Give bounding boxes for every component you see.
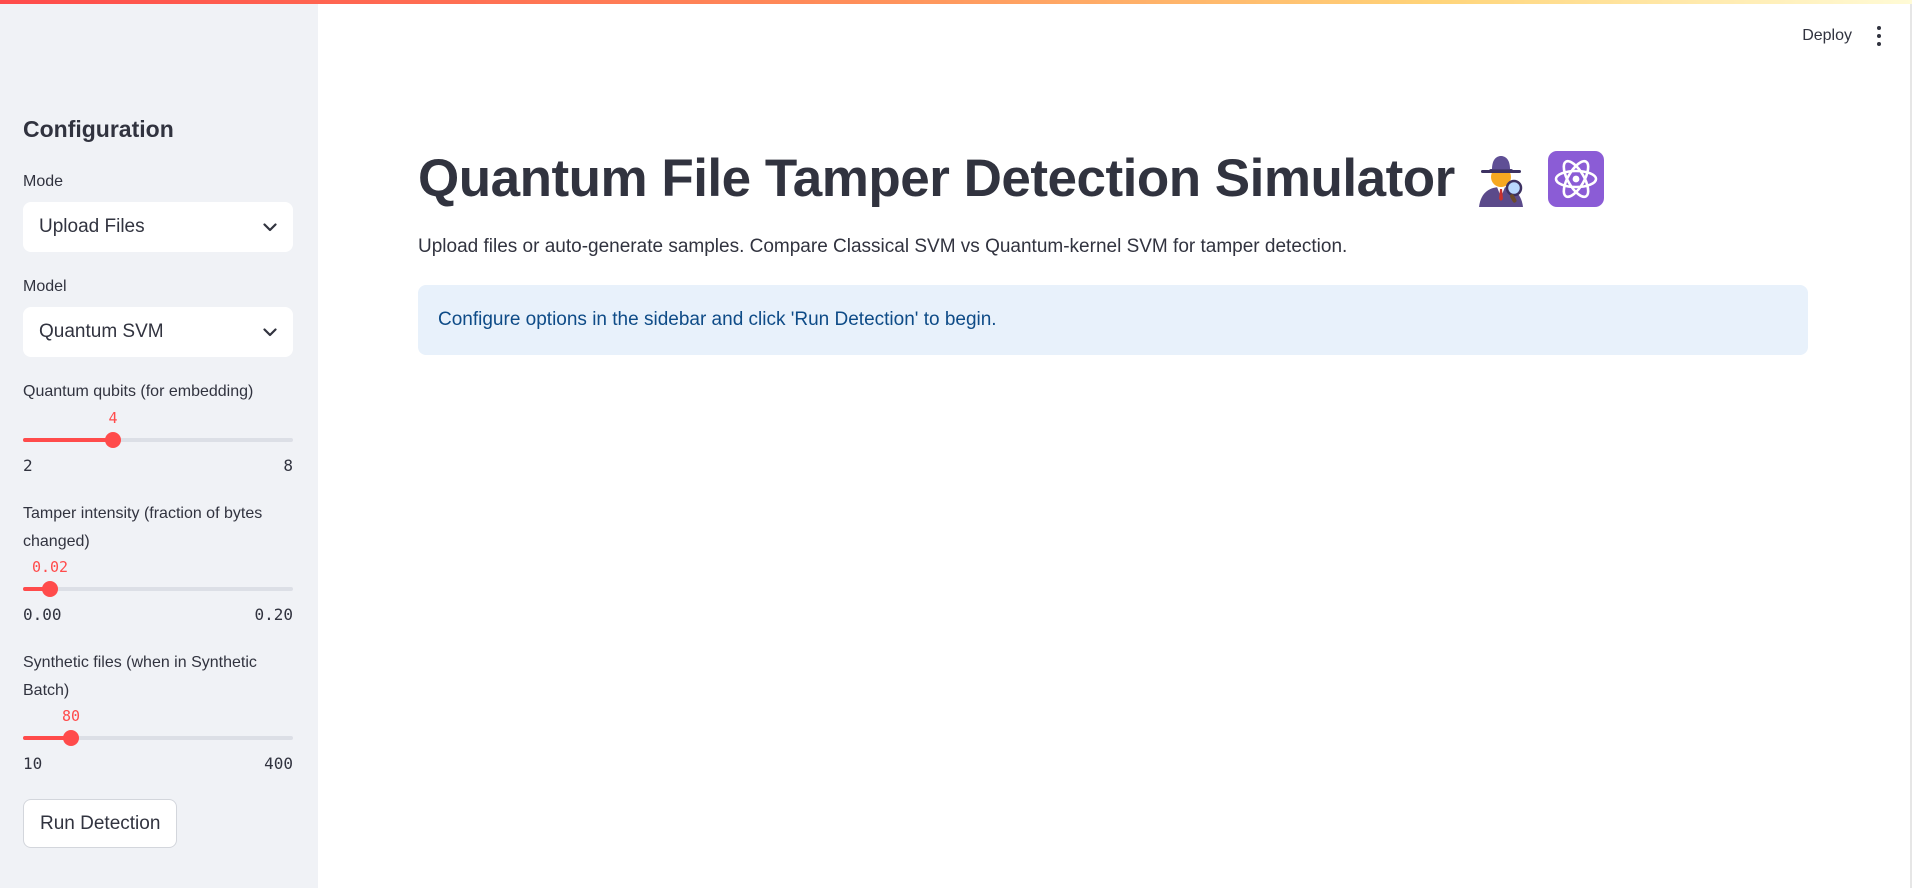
model-select-value: Quantum SVM <box>39 321 164 342</box>
synthetic-max: 400 <box>264 754 293 773</box>
synthetic-slider-value: 80 <box>61 707 81 725</box>
model-label: Model <box>23 278 67 295</box>
qubits-label: Quantum qubits (for embedding) <box>23 383 254 400</box>
synthetic-slider[interactable]: 80 <box>23 707 293 747</box>
tamper-slider[interactable]: 0.02 <box>23 558 293 598</box>
tamper-min: 0.00 <box>23 605 62 624</box>
kebab-menu-icon[interactable] <box>1876 26 1882 46</box>
top-decoration-bar <box>0 0 1912 4</box>
deploy-button[interactable]: Deploy <box>1802 27 1852 45</box>
info-alert-text: Configure options in the sidebar and cli… <box>438 309 997 330</box>
qubits-slider-thumb[interactable] <box>105 432 121 448</box>
page-title-text: Quantum File Tamper Detection Simulator <box>418 149 1455 208</box>
detective-emoji-icon <box>1473 151 1529 207</box>
page-title: Quantum File Tamper Detection Simulator <box>418 148 1605 209</box>
app-header-actions: Deploy <box>1802 26 1882 46</box>
sidebar: Configuration Mode Upload Files Model Qu… <box>0 0 318 888</box>
page-subtitle: Upload files or auto-generate samples. C… <box>418 236 1348 257</box>
qubits-min: 2 <box>23 456 33 475</box>
tamper-label: Tamper intensity (fraction of bytes chan… <box>23 505 263 550</box>
tamper-max: 0.20 <box>254 605 293 624</box>
mode-select-value: Upload Files <box>39 216 145 237</box>
qubits-slider[interactable]: 4 <box>23 409 293 449</box>
synthetic-label: Synthetic files (when in Synthetic Batch… <box>23 654 257 699</box>
tamper-slider-track[interactable] <box>23 587 293 591</box>
atom-symbol-emoji-icon <box>1547 150 1605 208</box>
tamper-slider-value: 0.02 <box>31 558 69 576</box>
synthetic-min: 10 <box>23 754 43 773</box>
model-select[interactable]: Quantum SVM <box>23 307 293 357</box>
qubits-max: 8 <box>283 456 293 475</box>
tamper-slider-thumb[interactable] <box>42 581 58 597</box>
mode-select[interactable]: Upload Files <box>23 202 293 252</box>
synthetic-slider-thumb[interactable] <box>63 730 79 746</box>
info-alert: Configure options in the sidebar and cli… <box>418 285 1808 355</box>
qubits-slider-value: 4 <box>108 409 118 427</box>
chevron-down-icon <box>263 325 277 339</box>
mode-label: Mode <box>23 173 64 190</box>
qubits-slider-fill <box>23 438 113 442</box>
sidebar-title: Configuration <box>23 116 174 142</box>
chevron-down-icon <box>263 220 277 234</box>
run-detection-button[interactable]: Run Detection <box>23 799 178 848</box>
